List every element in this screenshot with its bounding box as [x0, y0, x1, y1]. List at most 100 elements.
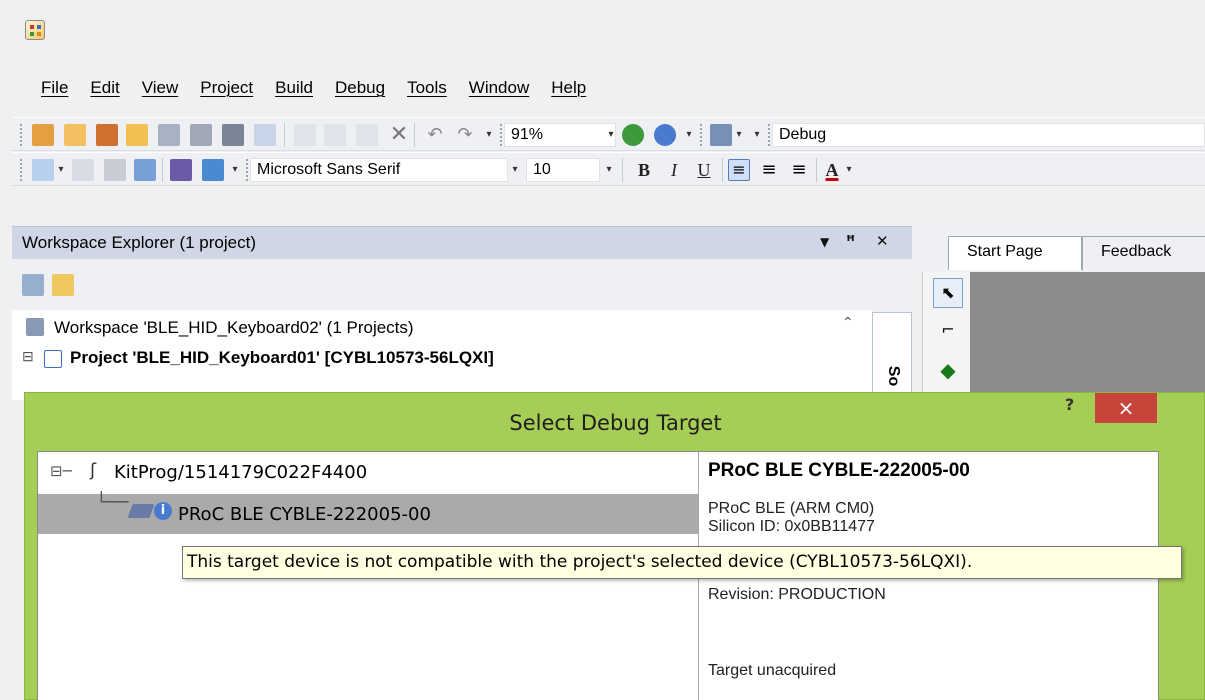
- chevron-down-icon[interactable]: ▾: [508, 158, 522, 182]
- program-icon[interactable]: [134, 159, 156, 181]
- chevron-down-icon[interactable]: ▾: [732, 123, 746, 147]
- chevron-down-icon[interactable]: ▾: [54, 158, 68, 182]
- workspace-toolbar: [12, 260, 912, 310]
- menu-view[interactable]: View: [131, 74, 190, 102]
- incompatible-device-tooltip: This target device is not compatible wit…: [182, 546, 1182, 579]
- add-item-icon[interactable]: [96, 124, 118, 146]
- schematic-canvas[interactable]: [970, 272, 1205, 402]
- component-palette: ⬉ ⌐ ◆: [922, 272, 970, 402]
- tab-feedback[interactable]: Feedback: [1082, 236, 1205, 270]
- toolbar-grip[interactable]: [500, 124, 503, 146]
- collapse-all-icon[interactable]: [22, 274, 44, 296]
- pin-icon[interactable]: ꟸ: [846, 232, 855, 250]
- toolbar-overflow-icon[interactable]: ▾: [682, 123, 696, 147]
- copy-icon[interactable]: [324, 124, 346, 146]
- italic-button[interactable]: I: [662, 158, 686, 182]
- menu-help[interactable]: Help: [540, 74, 597, 102]
- debug-bug-icon[interactable]: [202, 159, 224, 181]
- zoom-in-icon[interactable]: [622, 124, 644, 146]
- collapse-toggle-icon[interactable]: ⊟: [22, 348, 34, 365]
- menu-edit[interactable]: Edit: [79, 74, 130, 102]
- tree-item-device[interactable]: PRoC BLE CYBLE-222005-00: [178, 504, 431, 525]
- scroll-up-icon[interactable]: ⌃: [842, 314, 854, 331]
- find-icon[interactable]: [710, 124, 732, 146]
- pointer-tool-icon[interactable]: ⬉: [933, 278, 963, 308]
- save-icon[interactable]: [158, 124, 180, 146]
- open-folder-icon[interactable]: [126, 124, 148, 146]
- schematic-icon[interactable]: [32, 159, 54, 181]
- toolbar-separator: [722, 158, 723, 182]
- toolbar-separator: [622, 158, 623, 182]
- info-icon[interactable]: i: [154, 502, 172, 520]
- new-workspace-icon[interactable]: [32, 124, 54, 146]
- app-icon: [25, 20, 45, 40]
- toolbar-overflow-icon[interactable]: ▾: [482, 123, 496, 147]
- tree-item-project[interactable]: Project 'BLE_HID_Keyboard01' [CYBL10573-…: [70, 348, 494, 368]
- print-preview-icon[interactable]: [254, 124, 276, 146]
- menu-file[interactable]: File: [30, 74, 79, 102]
- font-size-combo[interactable]: 10: [526, 158, 600, 182]
- tree-connector: └──: [96, 492, 129, 513]
- close-button[interactable]: ×: [1095, 393, 1157, 423]
- align-right-icon[interactable]: ≡: [788, 159, 810, 181]
- print-icon[interactable]: [222, 124, 244, 146]
- standard-toolbar: ✕ ↶ ↷ ▾ 91% ▾ ▾ ▾ ▾ Debug: [12, 117, 1205, 151]
- new-project-icon[interactable]: [64, 124, 86, 146]
- probe-icon: ʃ: [90, 460, 97, 481]
- tree-item-probe[interactable]: KitProg/1514179C022F4400: [114, 462, 367, 483]
- delete-icon[interactable]: ✕: [388, 124, 410, 146]
- toolbar-overflow-icon[interactable]: ▾: [228, 158, 242, 182]
- toolbar-grip[interactable]: [246, 159, 249, 181]
- menu-debug[interactable]: Debug: [324, 74, 396, 102]
- toolbar-separator: [816, 158, 817, 182]
- save-all-icon[interactable]: [190, 124, 212, 146]
- collapse-toggle-icon[interactable]: ⊟─: [50, 462, 72, 480]
- build-config-combo[interactable]: Debug: [772, 123, 1205, 147]
- workspace-tree: Workspace 'BLE_HID_Keyboard02' (1 Projec…: [12, 310, 872, 400]
- dialog-title: Select Debug Target: [509, 411, 722, 435]
- chevron-down-icon[interactable]: ▾: [842, 158, 856, 182]
- toolbar-grip[interactable]: [20, 159, 23, 181]
- document-tabs: Start Page Feedback: [912, 226, 1205, 272]
- wire-tool-icon[interactable]: ⌐: [933, 316, 963, 346]
- toolbar-overflow-icon[interactable]: ▾: [750, 123, 764, 147]
- chip-icon[interactable]: [170, 159, 192, 181]
- menu-project[interactable]: Project: [189, 74, 264, 102]
- underline-button[interactable]: U: [692, 158, 716, 182]
- close-icon[interactable]: ✕: [876, 232, 889, 250]
- build-icon[interactable]: [104, 159, 126, 181]
- font-name-combo[interactable]: Microsoft Sans Serif: [250, 158, 508, 182]
- zoom-out-icon[interactable]: [654, 124, 676, 146]
- toolbar-grip[interactable]: [700, 124, 703, 146]
- align-center-icon[interactable]: ≡: [758, 159, 780, 181]
- clean-icon[interactable]: [72, 159, 94, 181]
- folder-icon[interactable]: [52, 274, 74, 296]
- cut-icon[interactable]: [294, 124, 316, 146]
- tree-item-workspace[interactable]: Workspace 'BLE_HID_Keyboard02' (1 Projec…: [54, 318, 414, 338]
- menu-build[interactable]: Build: [264, 74, 324, 102]
- chevron-down-icon[interactable]: ▾: [604, 123, 618, 147]
- redo-icon[interactable]: ↷: [454, 124, 476, 146]
- menu-window[interactable]: Window: [458, 74, 540, 102]
- zoom-combo[interactable]: 91%: [504, 123, 616, 147]
- tab-start-page[interactable]: Start Page: [948, 236, 1082, 270]
- font-color-button[interactable]: A: [820, 158, 844, 182]
- panel-menu-icon[interactable]: ▼: [820, 235, 829, 249]
- shape-tool-icon[interactable]: ◆: [933, 356, 963, 386]
- toolbar-grip[interactable]: [20, 124, 23, 146]
- side-tab-label: So: [885, 365, 903, 387]
- toolbar-grip[interactable]: [768, 124, 771, 146]
- source-side-tab[interactable]: So: [872, 312, 912, 400]
- bold-button[interactable]: B: [632, 158, 656, 182]
- menu-bar: File Edit View Project Build Debug Tools…: [30, 74, 597, 102]
- chevron-down-icon[interactable]: ▾: [602, 158, 616, 182]
- undo-icon[interactable]: ↶: [424, 124, 446, 146]
- help-button[interactable]: ?: [1065, 395, 1074, 414]
- workspace-explorer-header: Workspace Explorer (1 project) ▼ ꟸ ✕: [12, 226, 912, 259]
- paste-icon[interactable]: [356, 124, 378, 146]
- project-icon: [44, 350, 62, 368]
- menu-tools[interactable]: Tools: [396, 74, 458, 102]
- workspace-icon: [26, 318, 44, 336]
- device-info-revision: Revision: PRODUCTION: [708, 586, 886, 603]
- align-left-icon[interactable]: ≡: [728, 159, 750, 181]
